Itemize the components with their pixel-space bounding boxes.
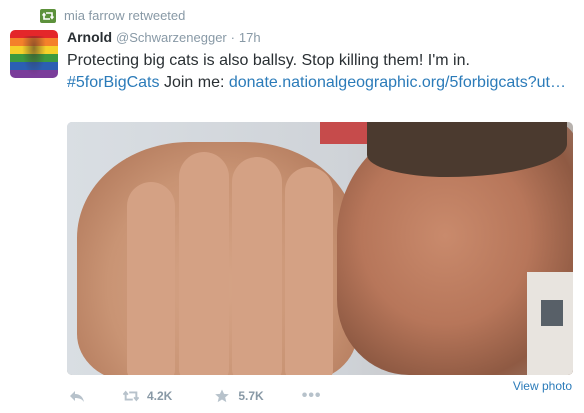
retweeted-by-label[interactable]: mia farrow retweeted [64, 8, 185, 23]
tweet-actions: 4.2K 5.7K ••• [67, 387, 322, 405]
favorite-count: 5.7K [238, 389, 264, 403]
reply-icon [70, 391, 84, 402]
retweet-count: 4.2K [147, 389, 173, 403]
hashtag-link[interactable]: #5forBigCats [67, 74, 160, 91]
author-handle[interactable]: @Schwarzenegger [116, 30, 227, 45]
header-separator: · [230, 30, 235, 45]
retweet-badge-glyph [42, 11, 54, 20]
photo-finger [179, 152, 229, 375]
photo-finger [285, 167, 333, 375]
retweet-badge-icon [40, 8, 56, 23]
more-icon: ••• [301, 387, 322, 404]
author-name[interactable]: Arnold [67, 29, 112, 45]
donate-link[interactable]: donate.nationalgeographic.org/5forbigcat… [229, 74, 566, 91]
favorite-star-icon [215, 389, 230, 403]
photo-finger [232, 157, 282, 375]
avatar[interactable] [10, 30, 58, 78]
reply-button[interactable] [69, 389, 85, 403]
avatar-figure [22, 36, 46, 76]
retweeted-by: mia farrow retweeted [40, 8, 185, 23]
photo-finger [127, 182, 175, 375]
favorite-button[interactable]: 5.7K [214, 389, 264, 403]
tweet-text-line: Protecting big cats is also ballsy. Stop… [67, 52, 470, 69]
tweet-header: Arnold @Schwarzenegger · 17h [67, 29, 261, 45]
retweet-icon [123, 390, 139, 402]
join-text: Join me: [159, 74, 229, 91]
more-button[interactable]: ••• [302, 387, 322, 405]
tweet-text: Protecting big cats is also ballsy. Stop… [67, 50, 572, 94]
view-photo-link[interactable]: View photo [513, 379, 572, 393]
retweet-button[interactable]: 4.2K [123, 389, 172, 403]
tweet-timestamp[interactable]: 17h [239, 30, 261, 45]
photo-window [541, 300, 563, 326]
tweet-photo[interactable] [67, 122, 573, 375]
